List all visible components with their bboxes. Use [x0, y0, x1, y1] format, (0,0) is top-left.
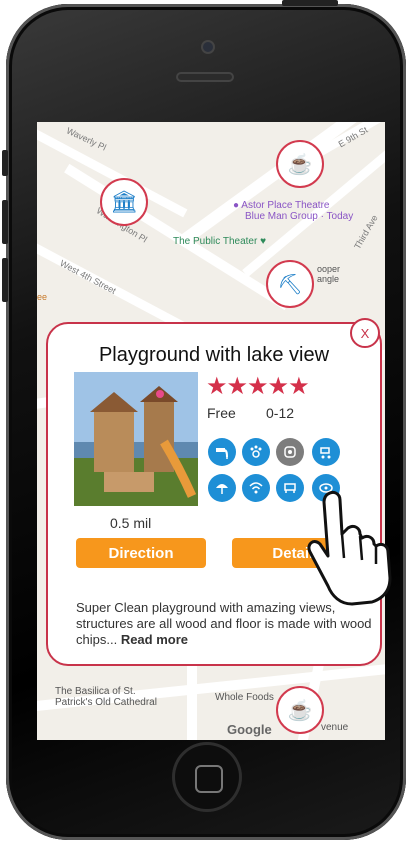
poi-public-theater[interactable]: The Public Theater ♥ — [173, 236, 266, 247]
playground-icon: ⛏ — [277, 273, 303, 296]
rating-stars: ★★★★★ — [206, 373, 310, 400]
poi-astor-place-theatre[interactable]: ● Astor Place Theatre Blue Man Group · T… — [233, 200, 353, 222]
map-marker-playground[interactable]: ⛏ — [266, 260, 314, 308]
power-button — [282, 0, 338, 6]
playground-title: Playground with lake view — [98, 344, 330, 366]
front-camera — [203, 42, 213, 52]
volume-up-button — [2, 200, 8, 244]
playground-description: Super Clean playground with amazing view… — [76, 600, 372, 647]
poi-whole-foods: Whole Foods — [215, 692, 274, 703]
map-marker-cafe-bottom[interactable]: ☕ — [276, 686, 324, 734]
poi-pin-icon: ♥ — [260, 236, 267, 247]
wifi-icon[interactable] — [242, 474, 270, 502]
direction-button[interactable]: Direction — [76, 538, 206, 568]
street-label: West 4th Street — [58, 258, 118, 296]
google-logo: Google — [227, 722, 272, 737]
coffee-cup-icon: ☕ — [287, 153, 313, 176]
poi-basilica[interactable]: The Basilica of St. Patrick's Old Cathed… — [55, 686, 157, 708]
museum-icon: 🏛 — [110, 189, 138, 214]
poi-avenue: venue — [321, 722, 349, 733]
coffee-cup-icon: ☕ — [287, 699, 313, 722]
home-square-icon — [195, 765, 223, 793]
playground-photo[interactable] — [74, 372, 198, 506]
distance-label: 0.5 mil — [110, 515, 152, 531]
tap-hand-icon — [300, 486, 412, 606]
read-more-link[interactable]: Read more — [121, 632, 188, 647]
poi-left-cafe: ee — [37, 292, 48, 302]
earpiece-speaker — [176, 72, 234, 82]
street-label: Third Ave — [352, 213, 380, 251]
volume-down-button — [2, 258, 8, 302]
mute-switch — [2, 150, 8, 176]
map-marker-cafe[interactable]: ☕ — [276, 140, 324, 188]
restroom-icon[interactable] — [276, 438, 304, 466]
shade-icon[interactable] — [208, 474, 236, 502]
price-label: Free — [207, 405, 236, 421]
pet-friendly-icon[interactable] — [242, 438, 270, 466]
stroller-icon[interactable] — [312, 438, 340, 466]
age-range-label: 0-12 — [266, 405, 295, 421]
poi-cooper: ooper angle — [317, 264, 341, 284]
water-fountain-icon[interactable] — [208, 438, 236, 466]
poi-pin-icon: ● — [233, 200, 240, 211]
map-marker-museum[interactable]: 🏛 — [100, 178, 148, 226]
